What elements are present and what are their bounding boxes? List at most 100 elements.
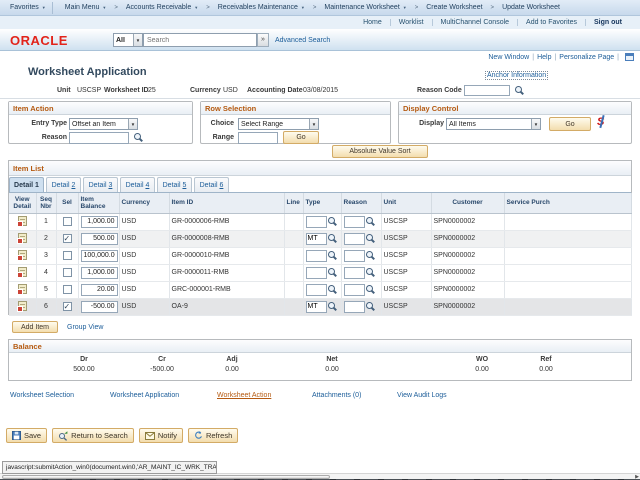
- breadcrumb-item-update-worksheet[interactable]: Update Worksheet: [496, 2, 566, 14]
- reason-input[interactable]: [344, 301, 365, 313]
- item-action-reason-lookup-icon[interactable]: [133, 132, 144, 143]
- page-layout-icon[interactable]: [625, 53, 634, 61]
- global-search-input[interactable]: [143, 33, 257, 47]
- type-input[interactable]: [306, 233, 327, 245]
- select-checkbox[interactable]: [63, 251, 72, 260]
- add-item-button[interactable]: Add Item: [12, 321, 58, 333]
- breadcrumb-item-main-menu[interactable]: Main Menu▼: [59, 2, 113, 14]
- type-input[interactable]: [306, 284, 327, 296]
- item-action-reason-input[interactable]: [69, 132, 129, 144]
- type-input[interactable]: [306, 301, 327, 313]
- reason-lookup-icon[interactable]: [365, 216, 376, 227]
- cell-line: [284, 281, 303, 298]
- type-lookup-icon[interactable]: [327, 284, 338, 295]
- notify-button[interactable]: Notify: [139, 428, 183, 443]
- tab-detail-1[interactable]: Detail 1: [9, 177, 44, 192]
- search-submit-button[interactable]: »: [257, 33, 269, 47]
- item-balance-input[interactable]: [81, 267, 118, 279]
- breadcrumb-item-favorites[interactable]: Favorites▼: [4, 2, 53, 14]
- breadcrumb-label: Receivables Maintenance: [218, 4, 298, 11]
- breadcrumb-item-maintenance-worksheet[interactable]: Maintenance Worksheet▼: [318, 2, 412, 14]
- select-checkbox[interactable]: [63, 217, 72, 226]
- reason-input[interactable]: [344, 216, 365, 228]
- breadcrumb-item-receivables-maintenance[interactable]: Receivables Maintenance▼: [212, 2, 311, 14]
- breadcrumb-item-accounts-receivable[interactable]: Accounts Receivable▼: [120, 2, 204, 14]
- chevron-down-icon[interactable]: ▼: [128, 119, 137, 129]
- view-detail-icon[interactable]: [18, 250, 27, 260]
- chevron-down-icon[interactable]: ▼: [133, 34, 142, 46]
- select-checkbox[interactable]: [63, 268, 72, 277]
- range-input[interactable]: [238, 132, 278, 144]
- save-button[interactable]: Save: [6, 428, 47, 443]
- reason-input[interactable]: [344, 250, 365, 262]
- utility-link-multichannel-console[interactable]: MultiChannel Console: [432, 19, 517, 26]
- tab-detail-2[interactable]: Detail 2: [46, 177, 81, 192]
- search-scope-select[interactable]: All ▼: [113, 33, 143, 47]
- reason-lookup-icon[interactable]: [365, 267, 376, 278]
- utility-link-home[interactable]: Home: [355, 19, 390, 26]
- entry-type-select[interactable]: Offset an Item ▼: [69, 118, 138, 130]
- advanced-search-link[interactable]: Advanced Search: [275, 37, 330, 44]
- group-view-link[interactable]: Group View: [67, 324, 103, 331]
- type-lookup-icon[interactable]: [327, 250, 338, 261]
- utility-link-sign-out[interactable]: Sign out: [585, 19, 630, 26]
- select-checkbox[interactable]: [63, 234, 72, 243]
- view-detail-icon[interactable]: [18, 233, 27, 243]
- reason-code-input[interactable]: [464, 85, 510, 96]
- item-balance-input[interactable]: [81, 233, 118, 245]
- reason-lookup-icon[interactable]: [365, 301, 376, 312]
- type-lookup-icon[interactable]: [327, 301, 338, 312]
- reason-code-lookup-icon[interactable]: [514, 85, 525, 96]
- tab-detail-3[interactable]: Detail 3: [83, 177, 118, 192]
- view-detail-icon[interactable]: [18, 284, 27, 294]
- anchor-information-link[interactable]: Anchor Information: [485, 71, 548, 80]
- item-balance-input[interactable]: [81, 250, 118, 262]
- reason-lookup-icon[interactable]: [365, 284, 376, 295]
- help-link[interactable]: Help: [537, 54, 551, 61]
- currency-symbol-icon[interactable]: S: [597, 116, 609, 130]
- reason-lookup-icon[interactable]: [365, 233, 376, 244]
- table-row: 4USDGR-0000011-RMBUSCSPSPN0000002: [9, 264, 631, 281]
- reason-input[interactable]: [344, 267, 365, 279]
- view-detail-icon[interactable]: [18, 267, 27, 277]
- type-input[interactable]: [306, 267, 327, 279]
- type-lookup-icon[interactable]: [327, 216, 338, 227]
- return-to-search-button[interactable]: Return to Search: [52, 428, 134, 443]
- new-window-link[interactable]: New Window: [488, 54, 529, 61]
- breadcrumb-item-create-worksheet[interactable]: Create Worksheet: [420, 2, 488, 14]
- type-input[interactable]: [306, 250, 327, 262]
- reason-input[interactable]: [344, 284, 365, 296]
- type-lookup-icon[interactable]: [327, 267, 338, 278]
- personalize-page-link[interactable]: Personalize Page: [559, 54, 614, 61]
- display-go-button[interactable]: Go: [549, 117, 591, 131]
- attachments-0-link[interactable]: Attachments (0): [312, 392, 361, 399]
- item-balance-input[interactable]: [81, 284, 118, 296]
- range-go-button[interactable]: Go: [283, 131, 319, 144]
- select-checkbox[interactable]: [63, 302, 72, 311]
- tab-detail-4[interactable]: Detail 4: [120, 177, 155, 192]
- type-lookup-icon[interactable]: [327, 233, 338, 244]
- reason-lookup-icon[interactable]: [365, 250, 376, 261]
- worksheet-action-link[interactable]: Worksheet Action: [217, 392, 271, 399]
- view-audit-logs-link[interactable]: View Audit Logs: [397, 392, 447, 399]
- chevron-down-icon[interactable]: ▼: [309, 119, 318, 129]
- choice-select[interactable]: Select Range ▼: [238, 118, 319, 130]
- tab-detail-5[interactable]: Detail 5: [157, 177, 192, 192]
- select-checkbox[interactable]: [63, 285, 72, 294]
- view-detail-icon[interactable]: [18, 301, 27, 311]
- item-balance-input[interactable]: [81, 301, 118, 313]
- worksheet-application-link[interactable]: Worksheet Application: [110, 392, 179, 399]
- chevron-down-icon[interactable]: ▼: [531, 119, 540, 129]
- reason-input[interactable]: [344, 233, 365, 245]
- worksheet-selection-link[interactable]: Worksheet Selection: [10, 392, 74, 399]
- item-balance-input[interactable]: [81, 216, 118, 228]
- absolute-value-sort-button[interactable]: Absolute Value Sort: [332, 145, 428, 158]
- display-select[interactable]: All Items ▼: [446, 118, 541, 130]
- tab-detail-6[interactable]: Detail 6: [194, 177, 229, 192]
- type-input[interactable]: [306, 216, 327, 228]
- view-detail-icon[interactable]: [18, 216, 27, 226]
- breadcrumb-separator: >: [204, 5, 212, 11]
- refresh-button[interactable]: Refresh: [188, 428, 238, 443]
- utility-link-worklist[interactable]: Worklist: [390, 19, 432, 26]
- utility-link-add-to-favorites[interactable]: Add to Favorites: [517, 19, 585, 26]
